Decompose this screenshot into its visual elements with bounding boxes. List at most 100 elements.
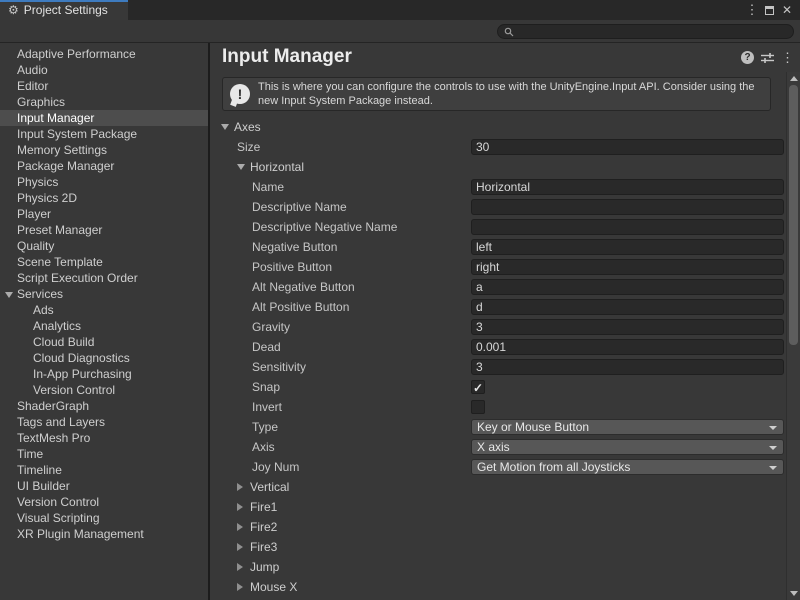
vertical-scrollbar[interactable] — [786, 72, 800, 600]
property-label[interactable]: Mouse X — [250, 580, 297, 594]
sidebar-item-label: Physics 2D — [17, 191, 77, 205]
info-icon: ! — [230, 84, 250, 104]
alt-positive-button-field[interactable]: d — [471, 299, 784, 315]
sidebar-item-physics[interactable]: Physics — [0, 174, 208, 190]
sidebar-item-label: Audio — [17, 63, 48, 77]
sidebar-item-timeline[interactable]: Timeline — [0, 462, 208, 478]
row-positive-button: Positive Buttonright — [210, 257, 786, 277]
property-label[interactable]: Vertical — [250, 480, 289, 494]
sidebar-item-shadergraph[interactable]: ShaderGraph — [0, 398, 208, 414]
foldout-closed-icon[interactable] — [237, 503, 243, 511]
sidebar-item-input-system-package[interactable]: Input System Package — [0, 126, 208, 142]
descriptive-negative-name-field[interactable] — [471, 219, 784, 235]
sidebar-item-preset-manager[interactable]: Preset Manager — [0, 222, 208, 238]
sidebar-item-analytics[interactable]: Analytics — [0, 318, 208, 334]
row-fire1: Fire1 — [210, 497, 786, 517]
invert-checkbox[interactable] — [471, 400, 485, 414]
help-icon[interactable]: ? — [741, 51, 754, 64]
scroll-down-icon[interactable] — [790, 591, 798, 596]
property-label: Invert — [252, 400, 282, 414]
joy-num-dropdown[interactable]: Get Motion from all Joysticks — [471, 459, 784, 475]
sidebar-item-adaptive-performance[interactable]: Adaptive Performance — [0, 46, 208, 62]
sidebar-item-quality[interactable]: Quality — [0, 238, 208, 254]
foldout-open-icon[interactable] — [5, 292, 13, 298]
sidebar-item-label: Time — [17, 447, 43, 461]
positive-button-field[interactable]: right — [471, 259, 784, 275]
foldout-open-icon[interactable] — [237, 164, 245, 170]
sidebar-item-cloud-diagnostics[interactable]: Cloud Diagnostics — [0, 350, 208, 366]
search-box[interactable] — [497, 24, 794, 39]
foldout-closed-icon[interactable] — [237, 543, 243, 551]
window-menu-icon[interactable]: ⋮ — [743, 2, 761, 18]
axis-dropdown[interactable]: X axis — [471, 439, 784, 455]
sidebar-item-label: UI Builder — [17, 479, 70, 493]
sidebar-item-label: Visual Scripting — [17, 511, 100, 525]
type-dropdown[interactable]: Key or Mouse Button — [471, 419, 784, 435]
descriptive-name-field[interactable] — [471, 199, 784, 215]
tab-bar: ⚙ Project Settings ⋮ ✕ — [0, 0, 800, 20]
sidebar-item-player[interactable]: Player — [0, 206, 208, 222]
tab-project-settings[interactable]: ⚙ Project Settings — [0, 0, 128, 20]
negative-button-field[interactable]: left — [471, 239, 784, 255]
foldout-closed-icon[interactable] — [237, 583, 243, 591]
sidebar-item-memory-settings[interactable]: Memory Settings — [0, 142, 208, 158]
sidebar-item-cloud-build[interactable]: Cloud Build — [0, 334, 208, 350]
property-label: Dead — [252, 340, 281, 354]
gravity-field[interactable]: 3 — [471, 319, 784, 335]
foldout-closed-icon[interactable] — [237, 523, 243, 531]
sidebar-item-textmesh-pro[interactable]: TextMesh Pro — [0, 430, 208, 446]
sidebar-item-version-control[interactable]: Version Control — [0, 382, 208, 398]
dead-field[interactable]: 0.001 — [471, 339, 784, 355]
sidebar-item-package-manager[interactable]: Package Manager — [0, 158, 208, 174]
foldout-closed-icon[interactable] — [237, 563, 243, 571]
chevron-down-icon — [769, 466, 777, 470]
chevron-down-icon — [769, 426, 777, 430]
sidebar-item-physics-2d[interactable]: Physics 2D — [0, 190, 208, 206]
sidebar-item-graphics[interactable]: Graphics — [0, 94, 208, 110]
name-field[interactable]: Horizontal — [471, 179, 784, 195]
scroll-up-icon[interactable] — [790, 76, 798, 81]
sidebar-item-editor[interactable]: Editor — [0, 78, 208, 94]
sidebar-item-ui-builder[interactable]: UI Builder — [0, 478, 208, 494]
sidebar-item-label: XR Plugin Management — [17, 527, 144, 541]
scrollbar-thumb[interactable] — [789, 85, 798, 345]
presets-icon[interactable] — [761, 52, 774, 64]
property-label: Descriptive Name — [252, 200, 347, 214]
snap-checkbox[interactable]: ✓ — [471, 380, 485, 394]
row-size: Size30 — [210, 137, 786, 157]
sidebar-item-label: Player — [17, 207, 51, 221]
property-label[interactable]: Horizontal — [250, 160, 304, 174]
project-settings-window: ⚙ Project Settings ⋮ ✕ Adaptive Performa… — [0, 0, 800, 600]
sidebar-item-in-app-purchasing[interactable]: In-App Purchasing — [0, 366, 208, 382]
property-label: Alt Positive Button — [252, 300, 349, 314]
sidebar-item-input-manager[interactable]: Input Manager — [0, 110, 208, 126]
search-input[interactable] — [517, 25, 793, 38]
property-label[interactable]: Jump — [250, 560, 279, 574]
sidebar-item-script-execution-order[interactable]: Script Execution Order — [0, 270, 208, 286]
size-field[interactable]: 30 — [471, 139, 784, 155]
sidebar-item-time[interactable]: Time — [0, 446, 208, 462]
sidebar-item-services[interactable]: Services — [0, 286, 208, 302]
sidebar-item-tags-and-layers[interactable]: Tags and Layers — [0, 414, 208, 430]
property-label[interactable]: Fire2 — [250, 520, 277, 534]
sidebar-item-scene-template[interactable]: Scene Template — [0, 254, 208, 270]
alt-negative-button-field[interactable]: a — [471, 279, 784, 295]
property-label[interactable]: Fire1 — [250, 500, 277, 514]
sidebar-item-ads[interactable]: Ads — [0, 302, 208, 318]
sidebar-item-label: Ads — [33, 303, 54, 317]
property-label[interactable]: Fire3 — [250, 540, 277, 554]
foldout-closed-icon[interactable] — [237, 483, 243, 491]
sidebar-item-version-control[interactable]: Version Control — [0, 494, 208, 510]
sidebar-item-visual-scripting[interactable]: Visual Scripting — [0, 510, 208, 526]
sidebar-item-label: TextMesh Pro — [17, 431, 90, 445]
foldout-open-icon[interactable] — [221, 124, 229, 130]
sidebar-item-xr-plugin-management[interactable]: XR Plugin Management — [0, 526, 208, 542]
sidebar-item-audio[interactable]: Audio — [0, 62, 208, 78]
maximize-icon[interactable] — [765, 6, 774, 15]
window-controls: ⋮ ✕ — [743, 0, 800, 20]
sensitivity-field[interactable]: 3 — [471, 359, 784, 375]
close-icon[interactable]: ✕ — [778, 3, 796, 17]
panel-menu-icon[interactable]: ⋮ — [781, 51, 794, 64]
property-label[interactable]: Axes — [234, 120, 261, 134]
window-body: Adaptive PerformanceAudioEditorGraphicsI… — [0, 43, 800, 600]
